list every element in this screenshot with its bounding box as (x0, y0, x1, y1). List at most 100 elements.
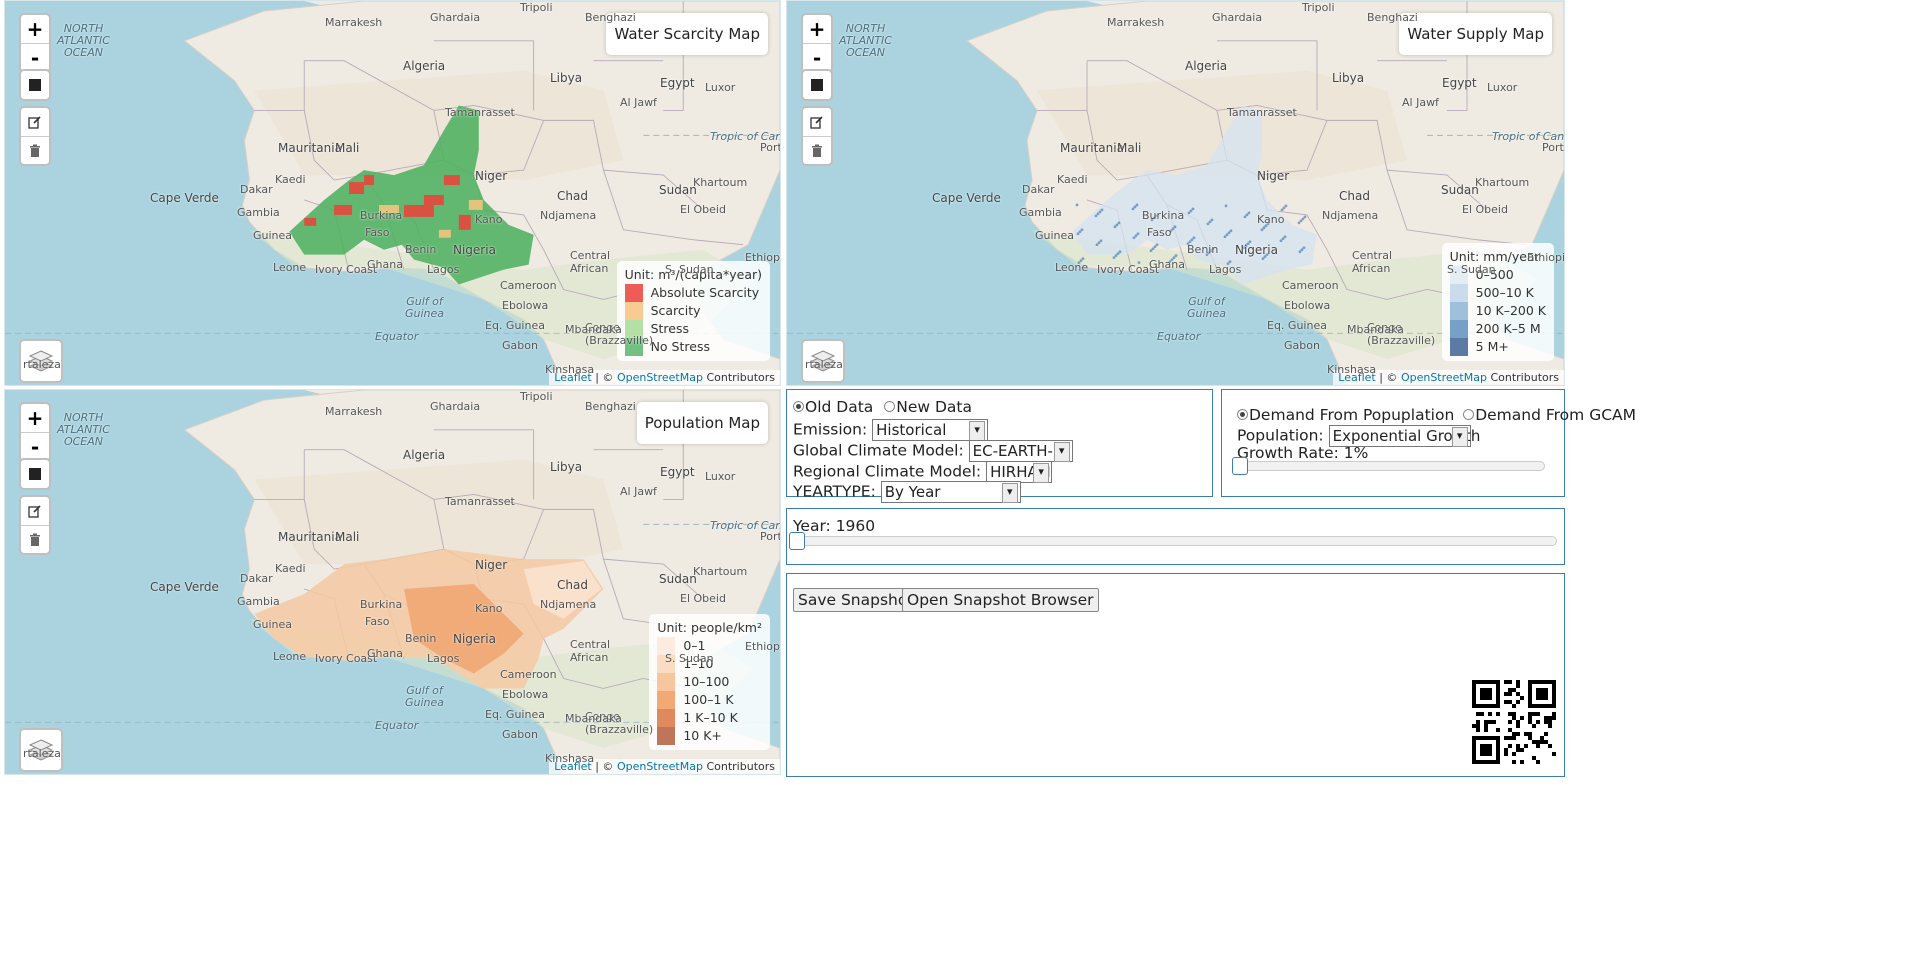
place-label: NORTH ATLANTIC OCEAN (57, 411, 110, 448)
gcm-label: Global Climate Model: (793, 441, 964, 460)
legend-item: 1 K–10 K (657, 709, 762, 727)
place-label: Tamanrasset (1227, 106, 1297, 119)
place-label: Egypt (660, 465, 695, 479)
legend-label: 10 K–200 K (1475, 303, 1546, 318)
population-label: Population: (1237, 426, 1324, 445)
growth-rate-slider-handle[interactable] (1232, 457, 1248, 475)
place-label: Algeria (403, 59, 446, 73)
place-label: Luxor (705, 81, 736, 94)
zoom-out-button[interactable]: - (803, 43, 831, 71)
demand-population-label: Demand From Popuplation (1249, 406, 1455, 424)
place-label: Benghazi (585, 400, 636, 413)
place-label: Lagos (427, 652, 460, 665)
draw-rectangle-control (19, 458, 51, 490)
place-label: Ghardaia (430, 400, 481, 413)
osm-link[interactable]: OpenStreetMap (1401, 371, 1487, 384)
place-label: Tripoli (520, 390, 553, 403)
place-label: Dakar (240, 183, 273, 196)
place-label: Kaedi (275, 173, 306, 186)
square-icon[interactable] (21, 460, 49, 488)
place-label: Gabon (502, 339, 538, 352)
trash-icon[interactable] (21, 525, 49, 553)
rcm-select[interactable]: HIRHAM (986, 461, 1053, 483)
place-label: Sudan (659, 572, 697, 586)
growth-rate-slider[interactable] (1232, 457, 1545, 475)
legend-item: 10 K+ (657, 727, 762, 745)
place-label: Kaedi (1057, 173, 1088, 186)
place-label: Chad (557, 578, 588, 592)
legend-label: 100–1 K (683, 692, 734, 707)
zoom-in-button[interactable]: + (21, 404, 49, 432)
osm-link[interactable]: OpenStreetMap (617, 760, 703, 773)
legend-label: 500–10 K (1475, 285, 1534, 300)
population-legend: Unit: people/km² 0–1 1–10 10–100 100–1 K1 K… (649, 614, 770, 750)
gcm-select[interactable]: EC-EARTH-r3 (968, 440, 1073, 462)
trash-icon[interactable] (21, 136, 49, 164)
legend-item: 500–10 K (1449, 284, 1546, 302)
place-label: Ghardaia (430, 11, 481, 24)
place-label: Gabon (1284, 339, 1320, 352)
place-label: Port Sudan (760, 141, 781, 154)
place-label: Equator (375, 330, 419, 343)
old-data-radio[interactable] (793, 401, 804, 412)
legend-label: 200 K–5 M (1475, 321, 1541, 336)
population-map[interactable]: + - Population Map Unit: people/km² 0–1 1… (4, 389, 781, 775)
legend-item: 100–1 K (657, 691, 762, 709)
place-label: Gabon (502, 728, 538, 741)
emission-select[interactable]: Historical (872, 419, 989, 441)
yeartype-select[interactable]: By Year (880, 481, 1021, 503)
place-label: Marrakesh (1107, 16, 1165, 29)
place-label: Benin (1187, 243, 1219, 256)
place-label: Benin (405, 243, 437, 256)
legend-swatch (657, 673, 676, 691)
zoom-out-button[interactable]: - (21, 432, 49, 460)
place-label: Algeria (403, 448, 446, 462)
water-scarcity-map[interactable]: + - Water Scarcity Map Unit: m³/(capita*… (4, 0, 781, 386)
place-label: Al Jawf (620, 96, 657, 109)
trash-icon[interactable] (803, 136, 831, 164)
place-label: Ndjamena (1322, 209, 1379, 222)
osm-link[interactable]: OpenStreetMap (617, 371, 703, 384)
place-label: S. Sudan (665, 263, 714, 276)
year-slider-handle[interactable] (789, 532, 805, 550)
legend-swatch (1449, 284, 1468, 302)
legend-item: Absolute Scarcity (624, 284, 762, 302)
yeartype-label: YEARTYPE: (793, 482, 876, 501)
place-label: Ethiopia (745, 640, 781, 653)
edit-icon[interactable] (803, 108, 831, 136)
place-label: Burkina (360, 209, 403, 222)
demand-population-radio[interactable] (1237, 409, 1248, 420)
place-label: Nigeria (453, 632, 496, 646)
legend-swatch (657, 709, 676, 727)
open-snapshot-browser-button[interactable]: Open Snapshot Browser (902, 588, 1099, 612)
square-icon[interactable] (21, 71, 49, 99)
place-label: Ethiopia (745, 251, 781, 264)
legend-swatch (657, 727, 676, 745)
place-label: Chad (1339, 189, 1370, 203)
edit-icon[interactable] (21, 497, 49, 525)
zoom-in-button[interactable]: + (21, 15, 49, 43)
demand-gcam-radio[interactable] (1463, 409, 1475, 420)
place-label: Faso (365, 615, 390, 628)
place-label: Cape Verde (150, 191, 219, 205)
place-label: S. Sudan (665, 652, 714, 665)
square-icon[interactable] (803, 71, 831, 99)
place-label: Tripoli (520, 1, 553, 14)
water-supply-map[interactable]: + - Water Supply Map Unit: mm/year 0–500… (786, 0, 1565, 386)
place-label: rtaleza (23, 358, 61, 371)
place-label: Equator (375, 719, 419, 732)
zoom-out-button[interactable]: - (21, 43, 49, 71)
place-label: Central African (1352, 249, 1393, 275)
place-label: Nigeria (453, 243, 496, 257)
edit-icon[interactable] (21, 108, 49, 136)
new-data-radio[interactable] (884, 401, 896, 412)
place-label: Kinshasa (1327, 363, 1377, 376)
map-title: Population Map (636, 402, 768, 444)
place-label: NORTH ATLANTIC OCEAN (839, 22, 892, 59)
place-label: Benghazi (1367, 11, 1418, 24)
place-label: Gambia (237, 595, 280, 608)
place-label: Eq. Guinea (485, 319, 545, 332)
place-label: Luxor (1487, 81, 1518, 94)
zoom-in-button[interactable]: + (803, 15, 831, 43)
year-slider[interactable] (789, 532, 1557, 550)
